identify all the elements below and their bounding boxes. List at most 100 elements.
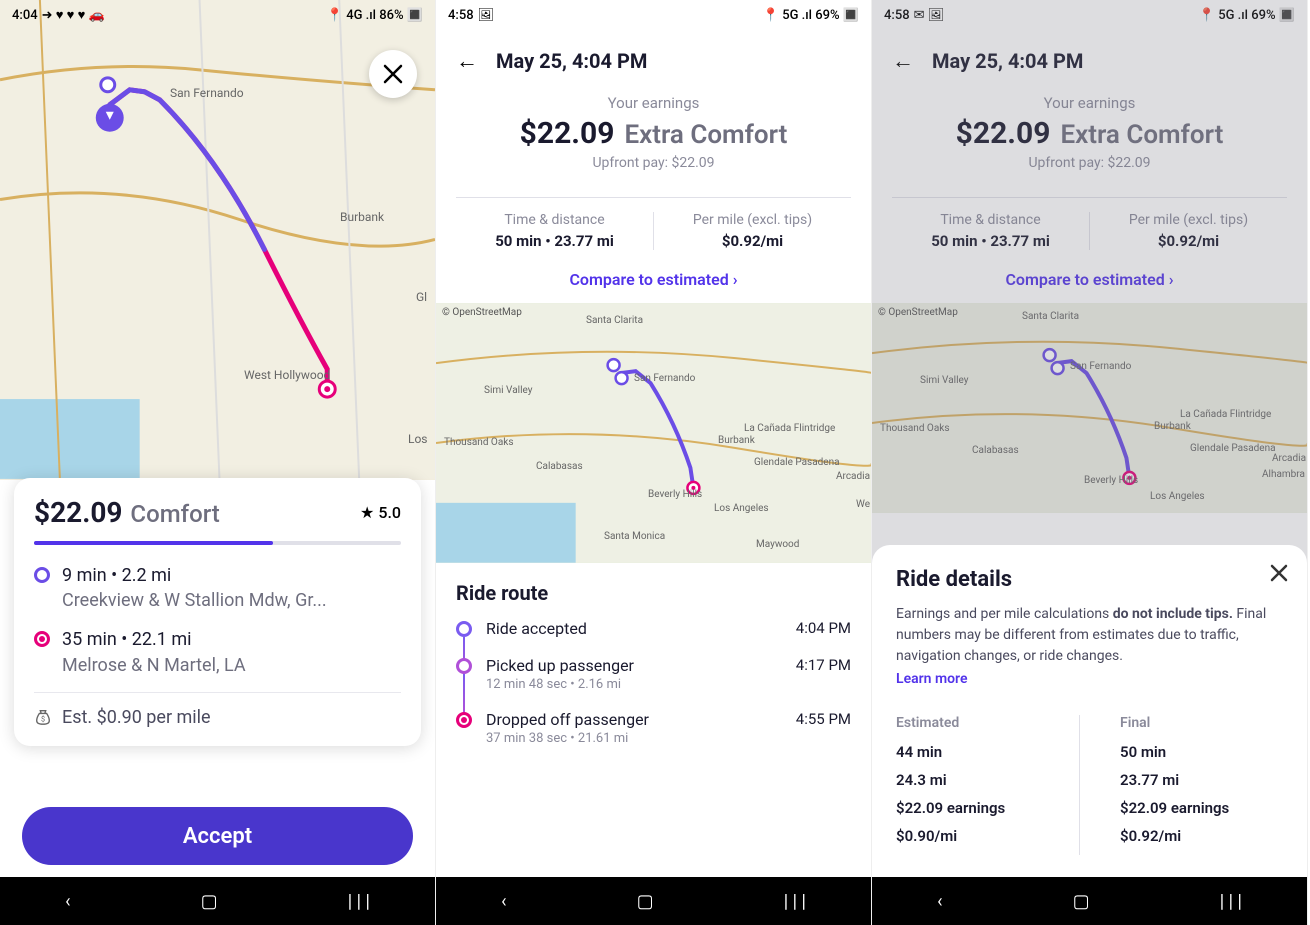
screen-ride-summary: 4:58 🖼 📍 5G .ıl 69% 🔳 ← May 25, 4:04 PM … (436, 0, 872, 925)
nav-home-icon[interactable]: ▢ (637, 891, 654, 912)
sheet-title: Ride details (896, 567, 1283, 592)
step-title: Picked up passenger (486, 656, 634, 675)
earnings-label: Your earnings (456, 94, 851, 112)
compare-link[interactable]: Compare to estimated › (872, 264, 1307, 303)
earnings-amount: $22.09 (520, 116, 615, 151)
map-label: Arcadia (1272, 453, 1306, 464)
map-label: We (856, 499, 870, 510)
close-button[interactable] (369, 50, 417, 98)
earnings-amount: $22.09 (956, 116, 1051, 151)
dropoff-dot-icon (34, 631, 50, 647)
accept-button[interactable]: Accept (22, 807, 413, 865)
map-attribution: © OpenStreetMap (442, 307, 522, 318)
dropoff-eta: 35 min • 22.1 mi (62, 627, 246, 652)
map-label: San Fernando (1070, 361, 1131, 372)
upfront-pay: Upfront pay: $22.09 (456, 155, 851, 171)
android-nav-bar: ‹ ▢ | | | (0, 877, 435, 925)
android-nav-bar: ‹ ▢ | | | (872, 877, 1307, 925)
nav-back-icon[interactable]: ‹ (65, 891, 70, 912)
ride-map[interactable]: © OpenStreetMap Santa Clarita Simi Valle… (872, 303, 1307, 513)
learn-more-link[interactable]: Learn more (896, 671, 1283, 687)
route-step: Ride accepted 4:04 PM (456, 619, 851, 638)
earnings-ride-type: Extra Comfort (624, 120, 787, 150)
map-label: Santa Clarita (586, 315, 643, 326)
screen-ride-offer: San Fernando Burbank West Hollywood Los … (0, 0, 436, 925)
status-time: 4:04 (12, 8, 38, 23)
map-label: Simi Valley (920, 375, 968, 386)
compare-link[interactable]: Compare to estimated › (436, 264, 871, 303)
upfront-pay: Upfront pay: $22.09 (892, 155, 1287, 171)
ride-details-sheet: Ride details Earnings and per mile calcu… (872, 545, 1307, 877)
route-list: Ride accepted 4:04 PM Picked up passenge… (436, 619, 871, 746)
status-time: 4:58 (884, 8, 910, 23)
stats-row: Time & distance 50 min • 23.77 mi Per mi… (436, 198, 871, 264)
step-time: 4:55 PM (796, 710, 851, 746)
map-label: Burbank (340, 210, 384, 224)
step-dot-icon (456, 621, 472, 637)
route-step: Picked up passenger 12 min 48 sec • 2.16… (456, 656, 851, 692)
time-distance-value: 50 min • 23.77 mi (456, 232, 653, 250)
back-button[interactable]: ← (456, 48, 478, 74)
dropoff-address: Melrose & N Martel, LA (62, 653, 246, 678)
step-dot-icon (456, 658, 472, 674)
map-label: Glendale Pasadena (754, 457, 840, 468)
page-title: May 25, 4:04 PM (932, 49, 1083, 73)
nav-recents-icon[interactable]: | | | (1220, 891, 1242, 912)
nav-back-icon[interactable]: ‹ (937, 891, 942, 912)
nav-back-icon[interactable]: ‹ (501, 891, 506, 912)
nav-recents-icon[interactable]: | | | (348, 891, 370, 912)
earnings-summary: Your earnings $22.09 Extra Comfort Upfro… (436, 84, 871, 181)
time-distance-label: Time & distance (456, 212, 653, 228)
map-label: Santa Monica (604, 531, 665, 542)
ride-map[interactable]: © OpenStreetMap Santa Clarita Simi Valle… (436, 303, 871, 563)
pickup-address: Creekview & W Stallion Mdw, Gr... (62, 588, 327, 613)
per-mile-label: Per mile (excl. tips) (1090, 212, 1287, 228)
map-label: Thousand Oaks (444, 437, 513, 448)
android-nav-bar: ‹ ▢ | | | (436, 877, 871, 925)
close-button[interactable] (1269, 563, 1289, 589)
comparison-columns: Estimated 44 min 24.3 mi $22.09 earnings… (896, 715, 1283, 855)
per-mile-label: Per mile (excl. tips) (654, 212, 851, 228)
route-section-title: Ride route (436, 563, 871, 619)
map-label: San Fernando (634, 373, 695, 384)
map-label: Los Angeles (1150, 491, 1205, 502)
step-detail: 12 min 48 sec • 2.16 mi (486, 677, 634, 692)
time-distance-value: 50 min • 23.77 mi (892, 232, 1089, 250)
map-label: Los Angeles (714, 503, 769, 514)
route-step: Dropped off passenger 37 min 38 sec • 21… (456, 710, 851, 746)
earnings-summary: Your earnings $22.09 Extra Comfort Upfro… (872, 84, 1307, 181)
estimated-distance: 24.3 mi (896, 771, 1059, 789)
final-earnings: $22.09 earnings (1120, 799, 1283, 817)
map-label: Glendale Pasadena (1190, 443, 1276, 454)
map-label: Burbank (718, 435, 755, 446)
map-label: Arcadia (836, 471, 870, 482)
map-label: Los (408, 432, 428, 446)
nav-recents-icon[interactable]: | | | (784, 891, 806, 912)
nav-home-icon[interactable]: ▢ (1073, 891, 1090, 912)
final-per-mile: $0.92/mi (1120, 827, 1283, 845)
map-label: Santa Clarita (1022, 311, 1079, 322)
money-bag-icon: $ (34, 708, 52, 726)
map-label: San Fernando (170, 86, 244, 100)
rider-rating: ★ 5.0 (360, 503, 401, 522)
map-label: Calabasas (972, 445, 1019, 456)
time-distance-label: Time & distance (892, 212, 1089, 228)
map-label: Gl (416, 290, 427, 304)
svg-text:$: $ (41, 715, 45, 724)
nav-home-icon[interactable]: ▢ (201, 891, 218, 912)
map-label: Maywood (756, 539, 799, 550)
close-icon (382, 63, 404, 85)
step-title: Ride accepted (486, 619, 587, 638)
sheet-description: Earnings and per mile calculations do no… (896, 604, 1283, 667)
step-detail: 37 min 38 sec • 21.61 mi (486, 731, 649, 746)
back-button[interactable]: ← (892, 48, 914, 74)
map-label: Burbank (1154, 421, 1191, 432)
page-title: May 25, 4:04 PM (496, 49, 647, 73)
page-header: ← May 25, 4:04 PM (436, 30, 871, 84)
map-label: La Cañada Flintridge (1180, 409, 1271, 420)
ride-price: $22.09 (34, 496, 122, 529)
page-header: ← May 25, 4:04 PM (872, 30, 1307, 84)
map-label: Alhambra (1262, 469, 1305, 480)
close-icon (1269, 563, 1289, 583)
status-bar: 4:58 🖼 📍 5G .ıl 69% 🔳 (436, 0, 871, 30)
